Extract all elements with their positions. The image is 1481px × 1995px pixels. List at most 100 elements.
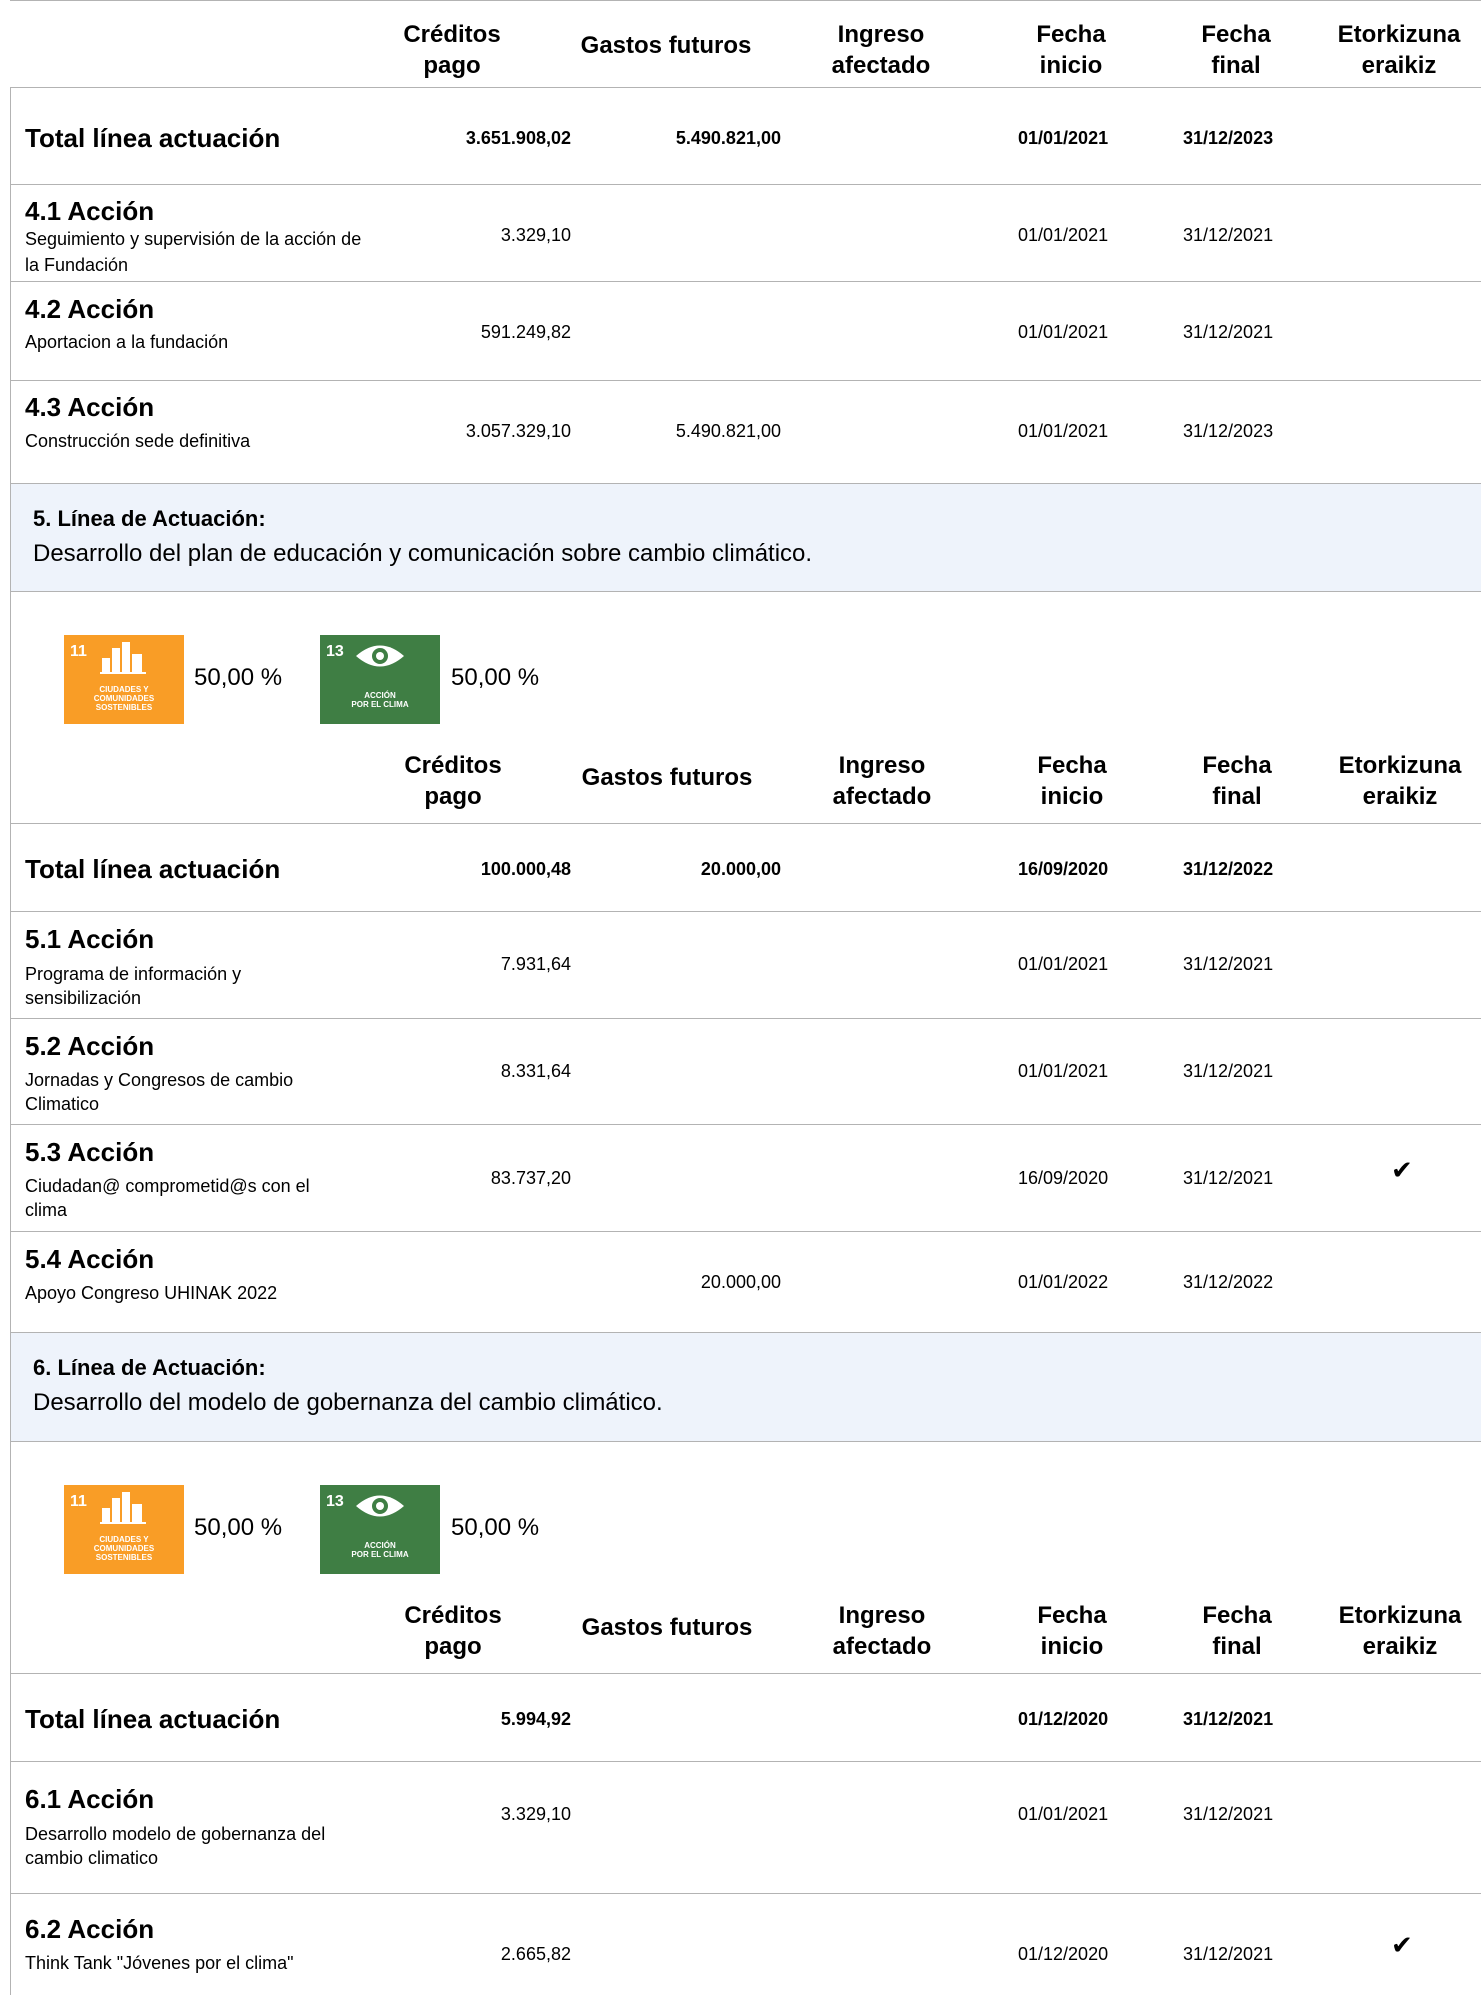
action-description: Construcción sede definitiva (25, 431, 251, 451)
ods-label: ACCIÓN POR EL CLIMA (351, 1541, 409, 1559)
action-description: Apoyo Congreso UHINAK 2022 (25, 1283, 278, 1303)
eye-globe-icon (356, 645, 404, 667)
ods-row: 11 CIUDADES Y COMUNIDADES SOSTENIBLES 50,0… (10, 592, 1481, 744)
total-fecha-inicio: 01/12/2020 (1018, 1709, 1109, 1729)
action-fecha-final: 31/12/2021 (1183, 1061, 1274, 1081)
action-fecha-inicio: 01/01/2021 (1018, 954, 1109, 974)
action-fecha-inicio: 16/09/2020 (1018, 1168, 1109, 1188)
ods-tile-13: 13 ACCIÓN POR EL CLIMA (320, 1485, 440, 1574)
action-fecha-inicio: 01/01/2022 (1018, 1272, 1109, 1292)
action-title: 4.3 Acción (25, 392, 155, 422)
etorkizuna-check-icon: ✔ (1391, 1930, 1413, 1960)
total-fecha-final: 31/12/2021 (1183, 1709, 1274, 1729)
action-fecha-final: 31/12/2021 (1183, 1804, 1274, 1824)
ods-number: 13 (326, 643, 344, 660)
ods-number: 13 (326, 1493, 344, 1510)
action-fecha-inicio: 01/01/2021 (1018, 322, 1109, 342)
action-row: 5.3 Acción Ciudadan@ comprometid@s con e… (10, 1125, 1481, 1232)
total-row: Total línea actuación 3.651.908,02 5.490… (10, 88, 1481, 185)
ods-label: ACCIÓN POR EL CLIMA (351, 691, 409, 709)
action-row: 5.2 Acción Jornadas y Congresos de cambi… (10, 1019, 1481, 1125)
action-title: 4.2 Acción (25, 294, 155, 324)
ods-number: 11 (70, 1493, 87, 1510)
total-gastos: 5.490.821,00 (675, 128, 781, 148)
header-ingreso: Ingreso afectado (832, 752, 932, 810)
ods-row: 11 CIUDADES Y COMUNIDADES SOSTENIBLES 50,0… (10, 1442, 1481, 1594)
action-description: Think Tank "Jóvenes por el clima" (25, 1953, 294, 1973)
action-row: 4.2 Acción Aportacion a la fundación 591… (10, 282, 1481, 381)
header-etorkizuna: Etorkizuna eraikiz (1337, 21, 1461, 79)
action-creditos: 7.931,64 (500, 954, 571, 974)
total-label: Total línea actuación (25, 1704, 281, 1734)
header-gastos: Gastos futuros (580, 32, 752, 59)
header-etorkizuna: Etorkizuna eraikiz (1338, 1602, 1462, 1660)
action-title: 5.3 Acción (25, 1137, 155, 1167)
header-creditos: Créditos pago (403, 21, 501, 79)
city-buildings-icon (100, 642, 146, 674)
ods-percentage: 50,00 % (194, 1514, 283, 1541)
action-title: 6.1 Acción (25, 1784, 155, 1814)
header-fecha-inicio: Fecha inicio (1037, 1602, 1107, 1660)
ods-label: CIUDADES Y COMUNIDADES SOSTENIBLES (93, 1535, 155, 1562)
action-gastos: 20.000,00 (700, 1272, 781, 1292)
total-creditos: 100.000,48 (480, 859, 571, 879)
header-fecha-final: Fecha final (1202, 1602, 1272, 1660)
column-header-row: Créditos pago Gastos futuros Ingreso afect… (10, 0, 1481, 88)
action-row: 5.4 Acción Apoyo Congreso UHINAK 2022 20… (10, 1232, 1481, 1333)
header-ingreso: Ingreso afectado (831, 21, 931, 79)
budget-document: Créditos pago Gastos futuros Ingreso afect… (10, 0, 1481, 1995)
city-buildings-icon (100, 1492, 146, 1524)
total-row: Total línea actuación 100.000,48 20.000,… (10, 824, 1481, 912)
header-gastos: Gastos futuros (581, 764, 753, 791)
ods-percentage: 50,00 % (194, 664, 283, 691)
action-description: Ciudadan@ comprometid@s con el clima (25, 1176, 310, 1220)
action-title: 5.2 Acción (25, 1031, 155, 1061)
total-fecha-inicio: 01/01/2021 (1018, 128, 1109, 148)
action-fecha-final: 31/12/2021 (1183, 954, 1274, 974)
action-creditos: 3.329,10 (500, 225, 571, 245)
action-title: 6.2 Acción (25, 1914, 155, 1944)
total-row: Total línea actuación 5.994,92 01/12/202… (10, 1674, 1481, 1762)
action-row: 5.1 Acción Programa de información y sen… (10, 912, 1481, 1019)
ods-tile-11: 11 CIUDADES Y COMUNIDADES SOSTENIBLES (64, 635, 184, 724)
total-fecha-final: 31/12/2022 (1183, 859, 1274, 879)
line-description: Desarrollo del modelo de gobernanza del … (33, 1389, 663, 1416)
action-title: 4.1 Acción (25, 196, 155, 226)
action-row: 6.1 Acción Desarrollo modelo de gobernan… (10, 1762, 1481, 1894)
header-fecha-final: Fecha final (1202, 752, 1272, 810)
action-description: Seguimiento y supervisión de la acción d… (25, 229, 362, 275)
action-fecha-final: 31/12/2023 (1183, 421, 1274, 441)
action-description: Programa de información y sensibilizació… (25, 964, 242, 1008)
line-header: 5. Línea de Actuación: Desarrollo del pl… (10, 484, 1481, 592)
action-row: 6.2 Acción Think Tank "Jóvenes por el cl… (10, 1894, 1481, 1995)
total-fecha-final: 31/12/2023 (1183, 128, 1274, 148)
header-creditos: Créditos pago (404, 752, 502, 810)
header-fecha-inicio: Fecha inicio (1037, 752, 1107, 810)
header-ingreso: Ingreso afectado (832, 1602, 932, 1660)
action-row: 4.1 Acción Seguimiento y supervisión de … (10, 185, 1481, 282)
ods-label: CIUDADES Y COMUNIDADES SOSTENIBLES (93, 685, 155, 712)
ods-percentage: 50,00 % (451, 664, 540, 691)
action-fecha-inicio: 01/01/2021 (1018, 1061, 1109, 1081)
action-title: 5.1 Acción (25, 924, 155, 954)
total-fecha-inicio: 16/09/2020 (1018, 859, 1109, 879)
ods-tile-11: 11 CIUDADES Y COMUNIDADES SOSTENIBLES (64, 1485, 184, 1574)
ods-percentage: 50,00 % (451, 1514, 540, 1541)
ods-tile-13: 13 ACCIÓN POR EL CLIMA (320, 635, 440, 724)
action-fecha-final: 31/12/2021 (1183, 1944, 1274, 1964)
action-creditos: 83.737,20 (490, 1168, 571, 1188)
action-creditos: 2.665,82 (500, 1944, 571, 1964)
header-fecha-final: Fecha final (1201, 21, 1271, 79)
action-gastos: 5.490.821,00 (675, 421, 781, 441)
total-gastos: 20.000,00 (700, 859, 781, 879)
action-title: 5.4 Acción (25, 1244, 155, 1274)
total-label: Total línea actuación (25, 854, 281, 884)
column-header-row: Créditos pago Gastos futuros Ingreso afect… (10, 744, 1481, 824)
line-title: 6. Línea de Actuación: (33, 1355, 266, 1380)
total-creditos: 5.994,92 (500, 1709, 571, 1729)
action-creditos: 591.249,82 (480, 322, 571, 342)
header-gastos: Gastos futuros (581, 1614, 753, 1641)
line-description: Desarrollo del plan de educación y comun… (33, 540, 813, 567)
action-fecha-inicio: 01/01/2021 (1018, 421, 1109, 441)
total-creditos: 3.651.908,02 (465, 128, 571, 148)
